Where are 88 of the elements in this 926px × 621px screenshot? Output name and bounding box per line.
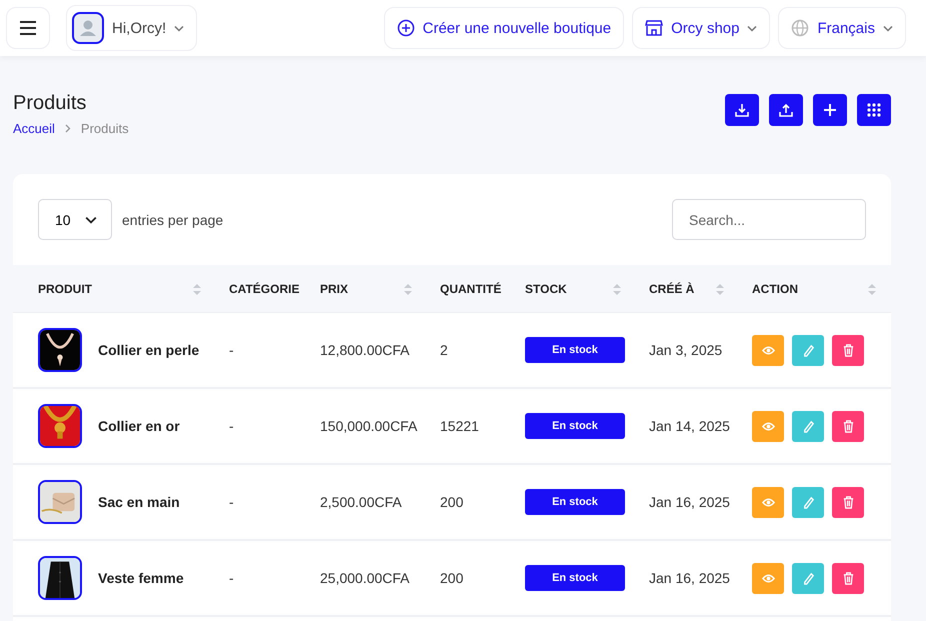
download-icon <box>735 103 749 117</box>
sort-icon[interactable] <box>716 283 724 296</box>
table-cell: Jan 16, 2025 <box>649 570 730 586</box>
table-cell: 150,000.00CFA <box>320 418 418 434</box>
menu-icon <box>19 19 37 37</box>
sort-icon[interactable] <box>613 283 621 296</box>
shop-menu[interactable]: Orcy shop <box>632 7 770 49</box>
pencil-icon <box>802 420 814 432</box>
stock-badge: En stock <box>525 413 625 439</box>
user-menu[interactable]: Hi,Orcy! <box>66 5 198 51</box>
trash-icon <box>842 496 854 508</box>
delete-button[interactable] <box>832 334 864 366</box>
trash-icon <box>842 344 854 356</box>
edit-button[interactable] <box>792 334 824 366</box>
language-menu[interactable]: Français <box>778 7 906 49</box>
edit-button[interactable] <box>792 410 824 442</box>
upload-button[interactable] <box>769 94 803 126</box>
product-name: Veste femme <box>98 570 184 586</box>
sort-icon[interactable] <box>193 283 201 296</box>
menu-button[interactable] <box>6 7 50 49</box>
sort-icon[interactable] <box>868 283 876 296</box>
stock-badge: En stock <box>525 337 625 363</box>
page-size-select[interactable]: 10 <box>38 199 112 240</box>
table-cell: 25,000.00CFA <box>320 570 410 586</box>
globe-icon <box>791 19 810 37</box>
caret-icon <box>883 24 893 32</box>
eye-icon <box>762 572 774 584</box>
search-field[interactable]: Search... <box>672 199 866 240</box>
stock-badge: En stock <box>525 565 625 591</box>
plus-icon <box>823 103 837 117</box>
pencil-icon <box>802 344 814 356</box>
store-icon <box>645 19 664 37</box>
eye-icon <box>762 344 774 356</box>
pencil-icon <box>802 572 814 584</box>
caret-icon <box>747 24 758 32</box>
table-cell: 2,500.00CFA <box>320 494 402 510</box>
stock-badge: En stock <box>525 489 625 515</box>
table-cell: - <box>229 570 234 586</box>
product-name: Collier en perle <box>98 342 200 358</box>
column-header[interactable]: PRODUIT <box>13 265 216 313</box>
download-button[interactable] <box>725 94 759 126</box>
create-shop-button[interactable]: Créer une nouvelle boutique <box>384 7 624 49</box>
trash-icon <box>842 420 854 432</box>
grid-button[interactable] <box>857 94 891 126</box>
delete-button[interactable] <box>832 486 864 518</box>
view-button[interactable] <box>752 486 784 518</box>
edit-button[interactable] <box>792 562 824 594</box>
sort-icon[interactable] <box>404 283 412 296</box>
table-cell: - <box>229 342 234 358</box>
entries-label: entries per page <box>122 212 224 228</box>
table-cell: 12,800.00CFA <box>320 342 410 358</box>
add-button[interactable] <box>813 94 847 126</box>
column-header[interactable]: CATÉGORIE <box>216 265 307 313</box>
page-title: Produits <box>13 92 88 115</box>
eye-icon <box>762 496 774 508</box>
view-button[interactable] <box>752 410 784 442</box>
table-cell: Jan 14, 2025 <box>649 418 730 434</box>
table-cell: 15221 <box>440 418 479 434</box>
grid-icon <box>867 103 881 117</box>
table-cell: Jan 3, 2025 <box>649 342 722 358</box>
eye-icon <box>762 420 774 432</box>
edit-button[interactable] <box>792 486 824 518</box>
avatar-icon <box>72 12 104 44</box>
table-cell: - <box>229 418 234 434</box>
table-cell: 2 <box>440 342 448 358</box>
view-button[interactable] <box>752 334 784 366</box>
column-header[interactable]: CRÉÉ À <box>636 265 739 313</box>
caret-icon <box>85 216 97 224</box>
trash-icon <box>842 572 854 584</box>
delete-button[interactable] <box>832 410 864 442</box>
column-header[interactable]: ACTION <box>739 265 891 313</box>
pencil-icon <box>802 496 814 508</box>
plus-circle-icon <box>396 19 415 37</box>
caret-icon <box>174 24 184 32</box>
column-header[interactable]: PRIX <box>307 265 427 313</box>
table-cell: 200 <box>440 494 464 510</box>
upload-icon <box>779 103 793 117</box>
product-name: Sac en main <box>98 494 180 510</box>
breadcrumb-link[interactable]: Accueil <box>13 121 55 136</box>
view-button[interactable] <box>752 562 784 594</box>
column-header[interactable]: QUANTITÉ <box>427 265 512 313</box>
chevron-icon <box>64 124 71 133</box>
table-cell: - <box>229 494 234 510</box>
product-name: Collier en or <box>98 418 180 434</box>
table-cell: 200 <box>440 570 464 586</box>
column-header[interactable]: STOCK <box>512 265 636 313</box>
table-cell: Jan 16, 2025 <box>649 494 730 510</box>
delete-button[interactable] <box>832 562 864 594</box>
